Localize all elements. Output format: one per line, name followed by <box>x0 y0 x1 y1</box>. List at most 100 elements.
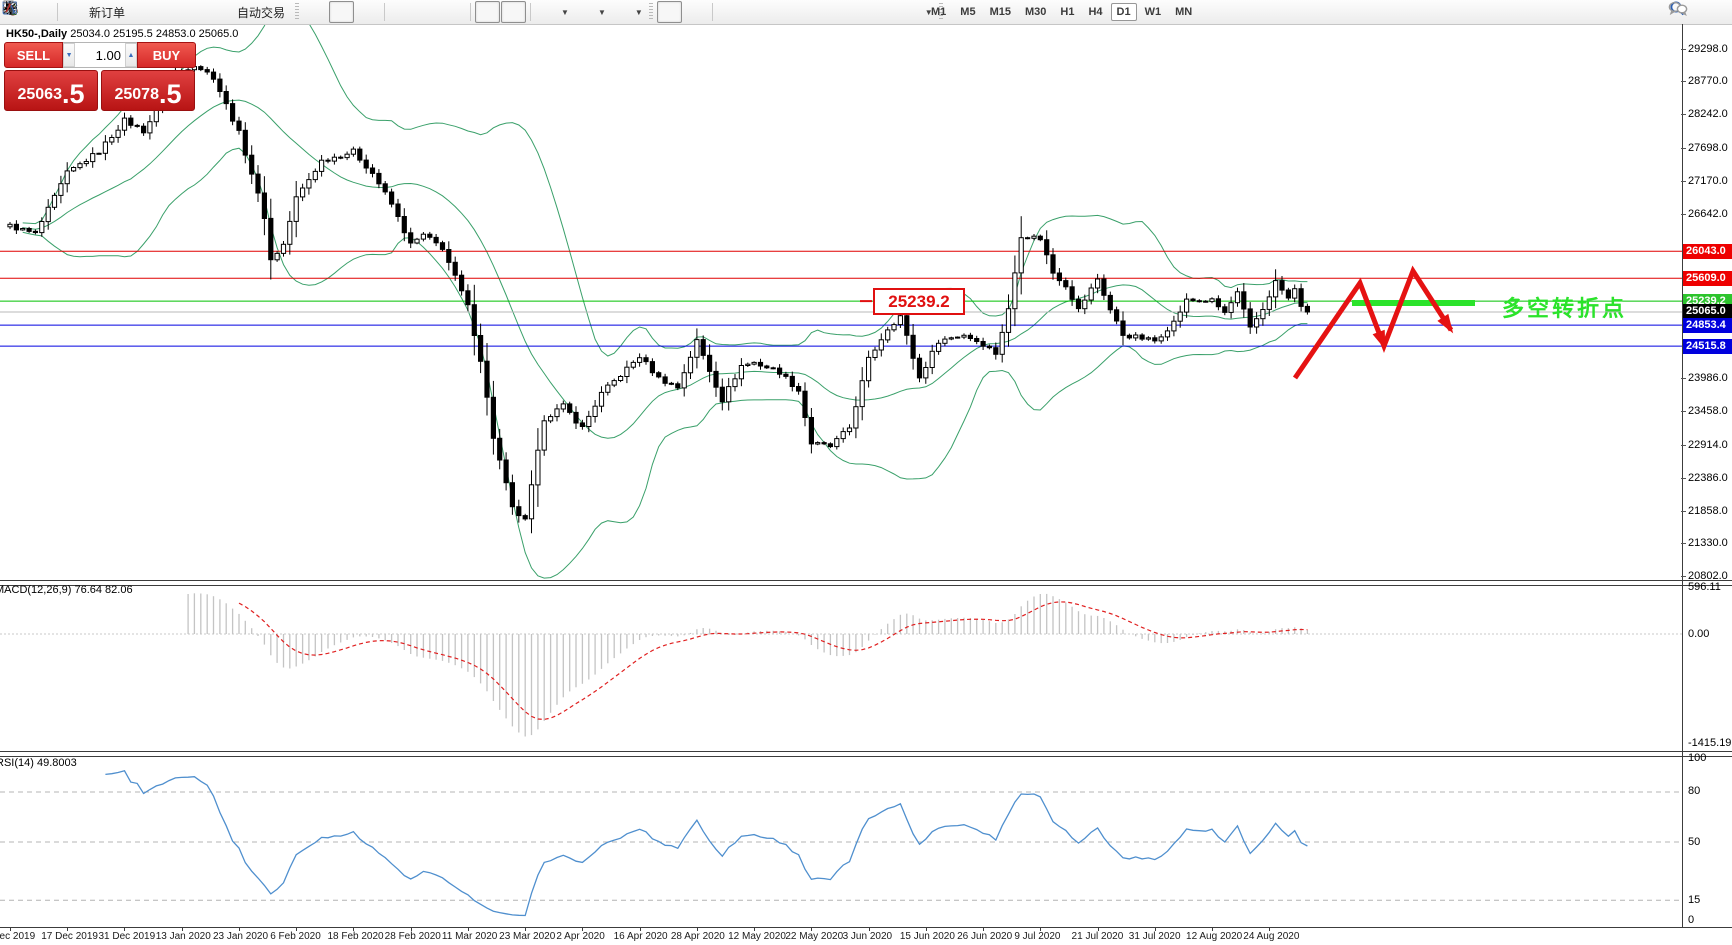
rsi-line <box>105 770 1308 917</box>
bollinger-lower-band <box>22 147 1308 579</box>
price-level-badge: 26043.0 <box>1683 243 1732 259</box>
date-axis-tick <box>983 928 985 931</box>
date-axis-tick <box>124 928 126 931</box>
date-axis-tick <box>10 928 11 931</box>
date-axis-label: 22 May 2020 <box>785 931 844 942</box>
date-axis-tick <box>296 928 298 931</box>
rsi-axis-tick: 15 <box>1688 893 1701 906</box>
date-axis-tick <box>467 928 469 931</box>
date-axis-tick <box>1212 928 1214 931</box>
date-axis-label: 16 Apr 2020 <box>613 931 668 942</box>
macd-axis-tick: 596.11 <box>1688 581 1721 594</box>
date-axis-tick <box>353 928 355 931</box>
ask-price-fraction: .5 <box>158 79 182 109</box>
price-axis-tick: 29298.0 <box>1681 43 1728 55</box>
date-axis-tick <box>754 928 756 931</box>
price-level-badge: 25609.0 <box>1683 270 1732 286</box>
bid-price-tile[interactable]: 25063 .5 <box>4 70 98 111</box>
date-axis-label: 31 Dec 2019 <box>98 931 156 942</box>
date-axis-label: 3 Jun 2020 <box>842 931 893 942</box>
price-flag-label[interactable]: 25239.2 <box>873 288 965 315</box>
volume-input[interactable] <box>75 43 125 67</box>
price-axis-tick: 23458.0 <box>1681 405 1728 417</box>
zigzag-arrow-annotation[interactable] <box>1292 265 1454 380</box>
macd-label: MACD(12,26,9) 76.64 82.06 <box>0 584 133 596</box>
date-axis-tick <box>1154 928 1156 931</box>
chart-canvas[interactable] <box>0 0 1732 945</box>
date-axis-tick <box>639 928 641 931</box>
date-axis-tick <box>181 928 183 931</box>
date-axis-label: 23 Jan 2020 <box>212 931 269 942</box>
turning-point-text[interactable]: 多空转折点 <box>1502 291 1627 323</box>
main-price-pane[interactable] <box>0 0 1682 579</box>
date-axis-label: 21 Jul 2020 <box>1071 931 1124 942</box>
one-click-trading-panel: SELL ▼ ▲ BUY 25063 .5 25078 .5 <box>4 42 196 111</box>
zigzag-arrowhead <box>1372 329 1386 350</box>
price-axis-tick: 21858.0 <box>1681 505 1728 517</box>
date-axis-tick <box>811 928 813 931</box>
bollinger-middle-band <box>22 99 1308 439</box>
date-axis-tick <box>410 928 412 931</box>
rsi-axis-tick: 100 <box>1688 752 1707 765</box>
sell-button[interactable]: SELL <box>4 42 63 68</box>
rsi-axis-tick: 50 <box>1688 835 1701 848</box>
date-axis-label: 26 Jun 2020 <box>957 931 1013 942</box>
volume-decrease-stepper[interactable]: ▼ <box>63 43 76 67</box>
chart-symbol-period: HK50-,Daily <box>6 28 68 40</box>
price-axis-tick: 28242.0 <box>1681 108 1728 120</box>
date-axis-label: 2 Apr 2020 <box>556 931 605 942</box>
macd-pane[interactable] <box>0 593 1682 737</box>
date-axis-tick <box>696 928 698 931</box>
bollinger-upper-band <box>22 25 1308 357</box>
date-axis-label: 12 Aug 2020 <box>1186 931 1243 942</box>
date-axis-tick <box>1269 928 1271 931</box>
price-level-badge: 24515.8 <box>1683 338 1732 354</box>
price-axis-tick: 21330.0 <box>1681 537 1728 549</box>
date-axis-tick <box>868 928 870 931</box>
price-axis-tick: 22914.0 <box>1681 439 1728 451</box>
date-axis-label: 9 Jul 2020 <box>1014 931 1061 942</box>
chart-ohlc-values: 25034.0 25195.5 24853.0 25065.0 <box>70 28 239 40</box>
volume-increase-stepper[interactable]: ▲ <box>124 43 138 67</box>
price-axis-tick: 26642.0 <box>1681 208 1728 220</box>
date-axis-label: 31 Jul 2020 <box>1128 931 1181 942</box>
date-axis-label: 6 Feb 2020 <box>270 931 321 942</box>
date-axis-tick <box>238 928 240 931</box>
date-axis-label: 18 Feb 2020 <box>327 931 384 942</box>
bid-price-main: 25063 <box>17 86 62 103</box>
date-axis-line <box>0 927 1732 928</box>
ask-price-tile[interactable]: 25078 .5 <box>101 70 195 111</box>
date-axis-tick <box>925 928 927 931</box>
rsi-axis-tick: 0 <box>1688 913 1695 926</box>
date-axis-label: 28 Feb 2020 <box>384 931 441 942</box>
macd-axis-tick: 0.00 <box>1688 627 1710 640</box>
price-axis-tick: 23986.0 <box>1681 372 1728 384</box>
rsi-axis-tick: 80 <box>1688 785 1701 798</box>
date-axis-label: 11 Mar 2020 <box>441 931 498 942</box>
date-axis-tick <box>1097 928 1099 931</box>
price-level-badge: 24853.4 <box>1683 317 1732 333</box>
date-axis-label: 12 May 2020 <box>728 931 786 942</box>
pane-separator-rsi[interactable] <box>0 751 1732 757</box>
pane-separator-macd[interactable] <box>0 580 1732 586</box>
date-axis-tick <box>67 928 69 931</box>
date-axis-label: 13 Jan 2020 <box>155 931 211 942</box>
date-axis-label: 3 Dec 2019 <box>0 931 36 942</box>
price-axis-line <box>1682 24 1683 928</box>
chart-title: HK50-,Daily 25034.0 25195.5 24853.0 2506… <box>6 28 238 40</box>
date-axis-tick <box>582 928 584 931</box>
date-axis-label: 28 Apr 2020 <box>670 931 725 942</box>
buy-button[interactable]: BUY <box>137 42 196 68</box>
macd-axis-tick: -1415.19 <box>1688 737 1732 750</box>
rsi-pane[interactable] <box>0 770 1682 917</box>
price-axis-tick: 27170.0 <box>1681 175 1728 187</box>
price-axis-tick: 28770.0 <box>1681 75 1728 87</box>
date-axis-tick <box>1040 928 1042 931</box>
date-axis-label: 17 Dec 2019 <box>41 931 98 942</box>
date-axis-tick <box>525 928 527 931</box>
price-axis-tick: 27698.0 <box>1681 142 1728 154</box>
date-axis-label: 24 Aug 2020 <box>1243 931 1300 942</box>
mt4-terminal: 新订单 自动交易 ▼ ▼ ▼ E A T ▼ M1 M5 M15 M30 H1 … <box>0 0 1732 945</box>
bid-price-fraction: .5 <box>61 79 85 109</box>
rsi-label: RSI(14) 49.8003 <box>0 757 77 769</box>
